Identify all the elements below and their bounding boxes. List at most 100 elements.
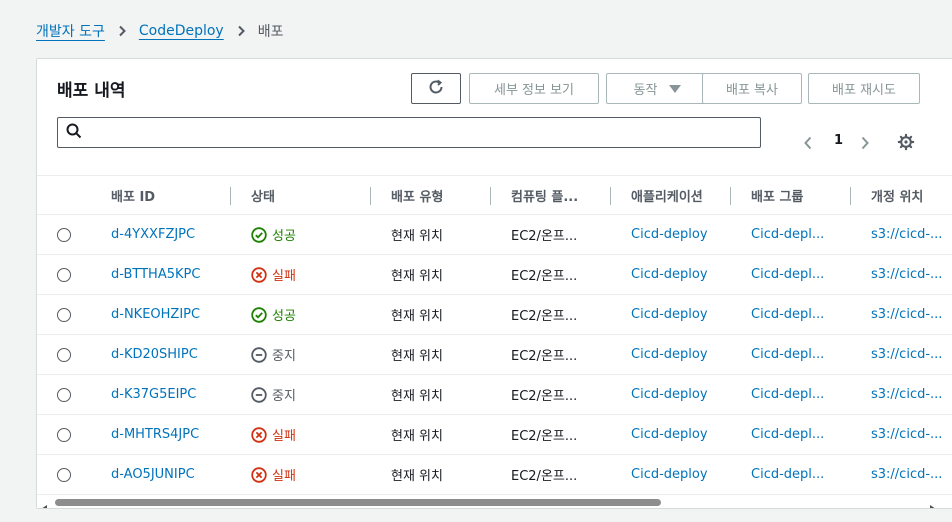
- revision-location-link[interactable]: s3://cicd-...: [871, 415, 942, 454]
- chevron-right-icon: [236, 25, 246, 37]
- row-select-radio[interactable]: [57, 388, 71, 402]
- application-link[interactable]: Cicd-deploy: [631, 455, 708, 494]
- scroll-right-icon[interactable]: [928, 498, 936, 508]
- deployment-history-panel: 배포 내역 세부 정보 보기 동작 배포 복사 배포 재시도 1 배포 ID 상…: [36, 58, 952, 509]
- status-badge: 성공: [251, 215, 296, 254]
- table-header: 배포 ID 상태 배포 유형 컴퓨팅 플... 애플리케이션 배포 그룹 개정 …: [37, 175, 952, 215]
- column-header-deployment-type[interactable]: 배포 유형: [391, 176, 443, 215]
- gear-icon[interactable]: [897, 133, 915, 155]
- scrollbar-thumb[interactable]: [55, 499, 661, 506]
- deployment-group-link[interactable]: Cicd-depl...: [751, 255, 824, 294]
- status-label: 성공: [272, 229, 296, 244]
- status-label: 중지: [272, 349, 296, 364]
- table-row[interactable]: d-KD20SHIPC 중지 현재 위치 EC2/온프... Cicd-deploy Ci…: [37, 335, 952, 375]
- retry-deployment-button[interactable]: 배포 재시도: [808, 73, 920, 104]
- actions-dropdown-button[interactable]: 동작: [606, 73, 709, 104]
- view-details-button[interactable]: 세부 정보 보기: [469, 73, 599, 104]
- check-circle-icon: [251, 226, 267, 243]
- deployment-group-link[interactable]: Cicd-depl...: [751, 415, 824, 454]
- column-header-compute-platform[interactable]: 컴퓨팅 플...: [511, 176, 578, 215]
- compute-platform-cell: EC2/온프...: [511, 469, 578, 484]
- search-box: [57, 117, 761, 148]
- column-divider[interactable]: [730, 187, 731, 205]
- search-input[interactable]: [88, 118, 760, 147]
- status-label: 실패: [272, 469, 296, 484]
- revision-location-link[interactable]: s3://cicd-...: [871, 295, 942, 334]
- compute-platform-cell: EC2/온프...: [511, 309, 578, 324]
- table-row[interactable]: d-4YXXFZJPC 성공 현재 위치 EC2/온프... Cicd-deploy Ci…: [37, 215, 952, 255]
- deployment-id-link[interactable]: d-4YXXFZJPC: [111, 215, 195, 254]
- column-header-status[interactable]: 상태: [251, 176, 275, 215]
- revision-location-link[interactable]: s3://cicd-...: [871, 455, 942, 494]
- column-divider[interactable]: [230, 187, 231, 205]
- deployment-group-link[interactable]: Cicd-depl...: [751, 295, 824, 334]
- row-select-radio[interactable]: [57, 228, 71, 242]
- table-row[interactable]: d-BTTHA5KPC 실패 현재 위치 EC2/온프... Cicd-deploy Ci…: [37, 255, 952, 295]
- x-circle-icon: [251, 466, 267, 483]
- row-select-radio[interactable]: [57, 468, 71, 482]
- deployment-id-link[interactable]: d-K37G5EIPC: [111, 375, 196, 414]
- column-header-deployment-group[interactable]: 배포 그룹: [751, 176, 803, 215]
- row-select-radio[interactable]: [57, 428, 71, 442]
- row-select-radio[interactable]: [57, 268, 71, 282]
- chevron-left-icon[interactable]: [803, 135, 813, 154]
- application-link[interactable]: Cicd-deploy: [631, 255, 708, 294]
- status-badge: 성공: [251, 295, 296, 334]
- copy-deployment-button[interactable]: 배포 복사: [702, 73, 802, 104]
- column-header-deployment-id[interactable]: 배포 ID: [111, 176, 155, 215]
- actions-label: 동작: [633, 83, 658, 98]
- table-row[interactable]: d-AO5JUNIPC 실패 현재 위치 EC2/온프... Cicd-deploy Ci…: [37, 455, 952, 495]
- table-row[interactable]: d-K37G5EIPC 중지 현재 위치 EC2/온프... Cicd-deploy Ci…: [37, 375, 952, 415]
- column-divider[interactable]: [370, 187, 371, 205]
- status-label: 실패: [272, 429, 296, 444]
- deployment-id-link[interactable]: d-MHTRS4JPC: [111, 415, 199, 454]
- column-divider[interactable]: [490, 187, 491, 205]
- column-header-revision-location[interactable]: 개정 위치: [871, 176, 923, 215]
- breadcrumb-current: 배포: [257, 24, 284, 40]
- column-divider[interactable]: [850, 187, 851, 205]
- chevron-right-icon[interactable]: [860, 135, 870, 154]
- refresh-button[interactable]: [411, 73, 461, 104]
- breadcrumb-codedeploy[interactable]: CodeDeploy: [139, 23, 224, 39]
- application-link[interactable]: Cicd-deploy: [631, 375, 708, 414]
- revision-location-link[interactable]: s3://cicd-...: [871, 255, 942, 294]
- x-circle-icon: [251, 266, 267, 283]
- table-row[interactable]: d-NKEOHZIPC 성공 현재 위치 EC2/온프... Cicd-deploy Ci…: [37, 295, 952, 335]
- deployment-type-cell: 현재 위치: [391, 349, 443, 364]
- scroll-left-icon[interactable]: [41, 498, 49, 508]
- deployment-type-cell: 현재 위치: [391, 469, 443, 484]
- deployment-id-link[interactable]: d-NKEOHZIPC: [111, 295, 200, 334]
- deployment-id-link[interactable]: d-KD20SHIPC: [111, 335, 198, 374]
- page-number[interactable]: 1: [834, 133, 843, 148]
- status-label: 실패: [272, 269, 296, 284]
- row-select-radio[interactable]: [57, 308, 71, 322]
- revision-location-link[interactable]: s3://cicd-...: [871, 215, 942, 254]
- deployment-group-link[interactable]: Cicd-depl...: [751, 455, 824, 494]
- table-body: d-4YXXFZJPC 성공 현재 위치 EC2/온프... Cicd-deploy Ci…: [37, 215, 952, 495]
- deployment-group-link[interactable]: Cicd-depl...: [751, 335, 824, 374]
- horizontal-scrollbar[interactable]: [37, 495, 952, 508]
- column-divider[interactable]: [610, 187, 611, 205]
- column-header-application[interactable]: 애플리케이션: [631, 176, 703, 215]
- revision-location-link[interactable]: s3://cicd-...: [871, 335, 942, 374]
- deployment-id-link[interactable]: d-AO5JUNIPC: [111, 455, 195, 494]
- application-link[interactable]: Cicd-deploy: [631, 415, 708, 454]
- revision-location-link[interactable]: s3://cicd-...: [871, 375, 942, 414]
- application-link[interactable]: Cicd-deploy: [631, 335, 708, 374]
- status-label: 성공: [272, 309, 296, 324]
- deployment-group-link[interactable]: Cicd-depl...: [751, 215, 824, 254]
- status-badge: 중지: [251, 335, 296, 374]
- deployment-type-cell: 현재 위치: [391, 269, 443, 284]
- panel-title: 배포 내역: [57, 81, 126, 101]
- application-link[interactable]: Cicd-deploy: [631, 215, 708, 254]
- table-row[interactable]: d-MHTRS4JPC 실패 현재 위치 EC2/온프... Cicd-deploy Ci…: [37, 415, 952, 455]
- compute-platform-cell: EC2/온프...: [511, 269, 578, 284]
- search-icon: [66, 123, 82, 143]
- application-link[interactable]: Cicd-deploy: [631, 295, 708, 334]
- row-select-radio[interactable]: [57, 348, 71, 362]
- compute-platform-cell: EC2/온프...: [511, 429, 578, 444]
- deployment-group-link[interactable]: Cicd-depl...: [751, 375, 824, 414]
- breadcrumb-developer-tools[interactable]: 개발자 도구: [36, 21, 105, 41]
- deployment-id-link[interactable]: d-BTTHA5KPC: [111, 255, 200, 294]
- status-badge: 실패: [251, 415, 296, 454]
